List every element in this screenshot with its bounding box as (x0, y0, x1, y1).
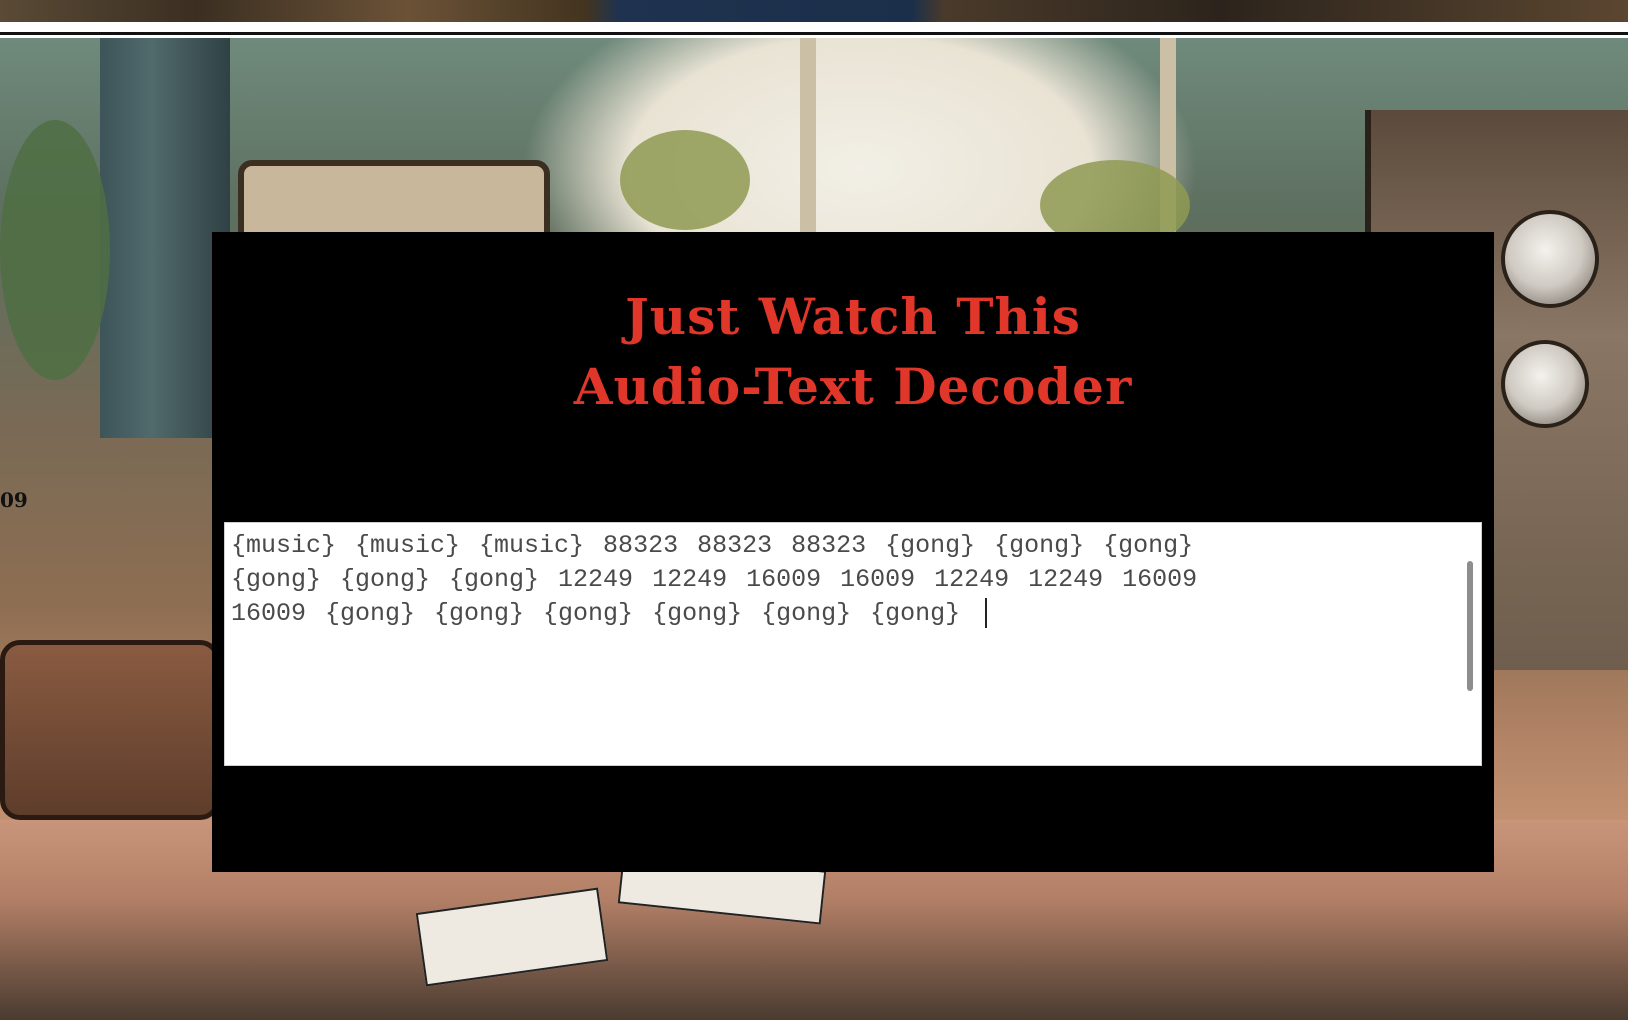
title-line-2: Audio-Text Decoder (573, 357, 1133, 416)
top-divider (0, 32, 1628, 35)
decoded-text-area[interactable]: {music} {music} {music} 88323 88323 8832… (224, 522, 1482, 766)
top-gap (0, 22, 1628, 38)
top-image-strip (0, 0, 1628, 22)
decoded-text-content: {music} {music} {music} 88323 88323 8832… (231, 529, 1451, 631)
decoded-text: {music} {music} {music} 88323 88323 8832… (231, 531, 1198, 628)
decoder-title: Just Watch This Audio-Text Decoder (212, 282, 1494, 422)
cropped-text-fragment: 09 (0, 488, 28, 512)
background-foliage (0, 120, 110, 380)
background-barrel (0, 640, 220, 820)
decoder-panel: Just Watch This Audio-Text Decoder {musi… (212, 232, 1494, 872)
text-caret (985, 598, 988, 629)
background-palm-trunk (800, 38, 816, 238)
background-foliage (620, 130, 750, 230)
app-window: 09 Just Watch This Audio-Text Decoder {m… (0, 0, 1628, 1020)
radio-knob-icon (1501, 210, 1599, 308)
textarea-scrollbar[interactable] (1467, 561, 1473, 691)
background-wall (100, 38, 230, 438)
title-line-1: Just Watch This (625, 287, 1081, 346)
radio-knob-icon (1501, 340, 1589, 428)
